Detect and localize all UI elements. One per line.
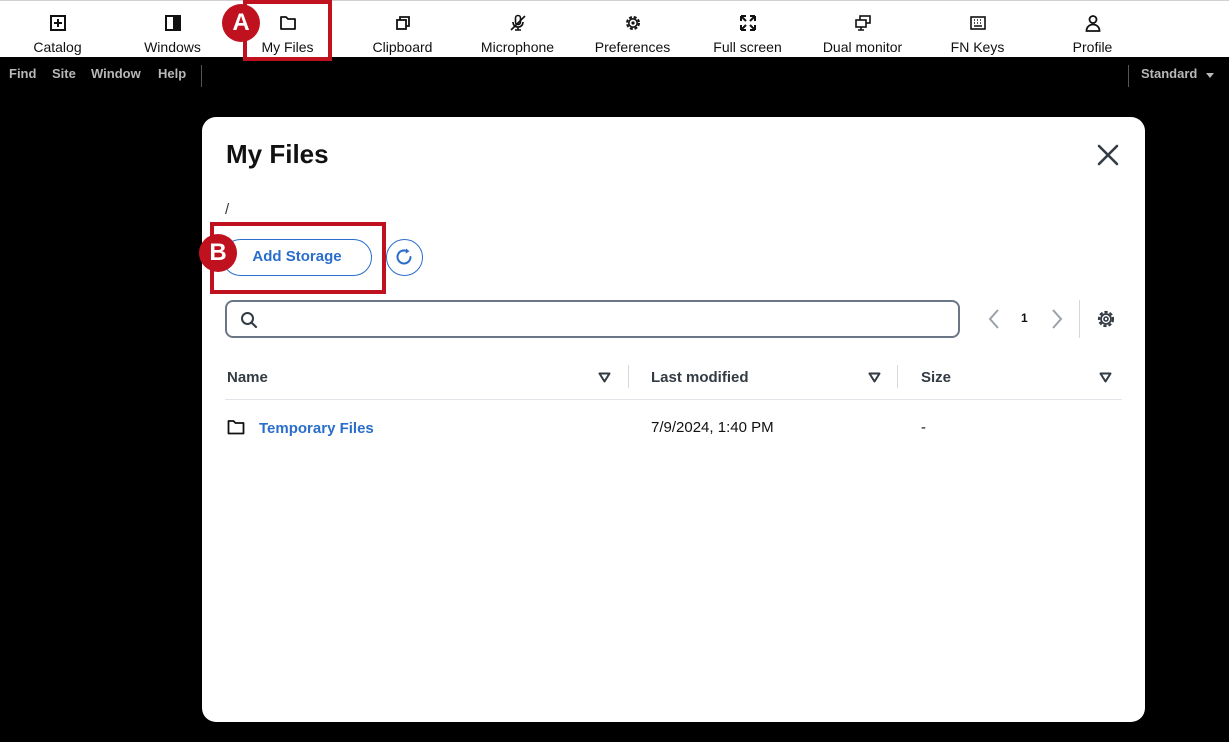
folder-icon bbox=[227, 420, 245, 435]
window-icon bbox=[164, 14, 182, 32]
toolbar-windows-button[interactable]: Windows bbox=[115, 1, 230, 58]
gear-icon bbox=[1097, 310, 1115, 328]
page-number: 1 bbox=[1021, 311, 1028, 325]
size-value: - bbox=[921, 419, 926, 436]
sort-caret-icon[interactable] bbox=[1099, 372, 1112, 383]
annotation-badge-b: B bbox=[199, 234, 237, 272]
header-divider bbox=[225, 399, 1122, 400]
toolbar-fn-keys-button[interactable]: FN Keys bbox=[920, 1, 1035, 58]
toolbar-label: Clipboard bbox=[372, 39, 433, 55]
table-settings-button[interactable] bbox=[1096, 309, 1116, 334]
search-input[interactable] bbox=[267, 306, 951, 334]
last-modified-value: 7/9/2024, 1:40 PM bbox=[651, 419, 774, 436]
plus-square-icon bbox=[49, 14, 67, 32]
gear-icon bbox=[624, 14, 642, 32]
toolbar-clipboard-button[interactable]: Clipboard bbox=[345, 1, 460, 58]
toolbar-label: Microphone bbox=[480, 39, 555, 55]
column-header-name[interactable]: Name bbox=[227, 369, 268, 386]
menu-divider bbox=[1128, 65, 1129, 87]
menu-site[interactable]: Site bbox=[52, 66, 76, 81]
microphone-muted-icon bbox=[509, 14, 527, 32]
file-name-link[interactable]: Temporary Files bbox=[259, 420, 374, 437]
clipboard-icon bbox=[394, 14, 412, 32]
close-icon bbox=[1097, 144, 1119, 166]
toolbar-microphone-button[interactable]: Microphone bbox=[460, 1, 575, 58]
refresh-icon bbox=[396, 248, 412, 265]
toolbar-label: Full screen bbox=[713, 39, 782, 55]
toolbar-profile-button[interactable]: Profile bbox=[1035, 1, 1150, 58]
dual-monitor-icon bbox=[854, 14, 872, 32]
previous-page-button[interactable] bbox=[987, 308, 1001, 335]
annotation-badge-a: A bbox=[222, 4, 260, 42]
sort-caret-icon[interactable] bbox=[598, 372, 611, 383]
mode-dropdown[interactable]: Standard bbox=[1141, 66, 1197, 81]
toolbar-label: Profile bbox=[1072, 39, 1113, 55]
toolbar-label: FN Keys bbox=[950, 39, 1005, 55]
toolbar-dual-monitor-button[interactable]: Dual monitor bbox=[805, 1, 920, 58]
menu-bar: Find Site Window Help Standard bbox=[0, 57, 1229, 91]
annotation-box-b bbox=[210, 222, 386, 294]
menu-window[interactable]: Window bbox=[91, 66, 141, 81]
column-divider bbox=[897, 365, 898, 388]
menu-divider bbox=[201, 65, 202, 87]
toolbar-label: Windows bbox=[144, 39, 201, 55]
breadcrumb: / bbox=[225, 201, 230, 218]
sort-caret-icon[interactable] bbox=[868, 372, 881, 383]
toolbar-label: Dual monitor bbox=[822, 39, 903, 55]
my-files-dialog: My Files / Add Storage 1 Name Last modif… bbox=[202, 117, 1145, 722]
menu-help[interactable]: Help bbox=[158, 66, 186, 81]
search-icon bbox=[241, 312, 258, 329]
chevron-left-icon bbox=[988, 309, 999, 329]
toolbar-catalog-button[interactable]: Catalog bbox=[0, 1, 115, 58]
top-toolbar: Catalog Windows My Files Clipboard Micro… bbox=[0, 0, 1229, 57]
person-icon bbox=[1084, 14, 1102, 32]
column-header-last-modified[interactable]: Last modified bbox=[651, 369, 749, 386]
close-button[interactable] bbox=[1095, 142, 1121, 168]
chevron-down-icon bbox=[1206, 73, 1214, 78]
column-header-size[interactable]: Size bbox=[921, 369, 951, 386]
refresh-button[interactable] bbox=[386, 239, 423, 276]
next-page-button[interactable] bbox=[1050, 308, 1064, 335]
dialog-title: My Files bbox=[226, 139, 329, 169]
column-divider bbox=[628, 365, 629, 388]
fullscreen-icon bbox=[739, 14, 757, 32]
keyboard-icon bbox=[969, 14, 987, 32]
toolbar-full-screen-button[interactable]: Full screen bbox=[690, 1, 805, 58]
toolbar-label: Preferences bbox=[594, 39, 671, 55]
search-field[interactable] bbox=[225, 300, 960, 338]
chevron-right-icon bbox=[1052, 309, 1063, 329]
pagination-divider bbox=[1079, 300, 1080, 338]
toolbar-label: Catalog bbox=[33, 39, 82, 55]
menu-find[interactable]: Find bbox=[9, 66, 36, 81]
toolbar-preferences-button[interactable]: Preferences bbox=[575, 1, 690, 58]
